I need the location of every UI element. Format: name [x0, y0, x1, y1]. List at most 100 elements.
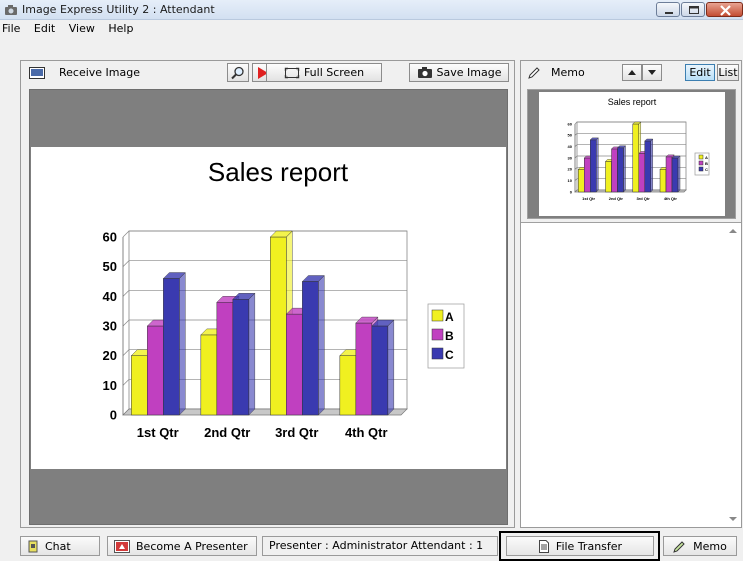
bar-side	[179, 272, 186, 416]
image-viewport: Sales report 0 10 20 30 40 50 60 1st Qtr 2nd Qtr 3…	[29, 89, 508, 525]
y-tick-label: 40	[568, 144, 573, 149]
y-tick-label: 60	[103, 230, 117, 245]
next-memo-button[interactable]	[642, 64, 662, 81]
bar	[339, 355, 357, 416]
grid-diagonal	[122, 260, 130, 267]
chat-button[interactable]: Chat	[20, 536, 100, 556]
bar-side	[596, 137, 599, 193]
y-tick-label: 10	[568, 178, 573, 183]
y-tick-label: 40	[103, 289, 117, 304]
save-image-label: Save Image	[436, 66, 502, 79]
thumbnail-chart: Sales report 0 10 20 30 40 50 60 1st Qtr 2nd Qtr 3…	[568, 97, 710, 201]
memo-text-area[interactable]	[521, 222, 741, 527]
magnifier-icon	[231, 66, 244, 79]
edit-button[interactable]: Edit	[685, 64, 715, 81]
zoom-button[interactable]	[227, 63, 249, 82]
y-tick-label: 20	[568, 167, 573, 172]
legend-label: A	[705, 155, 708, 160]
scroll-up-icon[interactable]	[729, 227, 737, 235]
x-tick-label: 2nd Qtr	[204, 425, 250, 440]
y-tick-label: 10	[103, 378, 117, 393]
bar	[163, 278, 180, 416]
x-tick-label: 1st Qtr	[582, 196, 595, 201]
memo-thumbnail[interactable]: Sales report 0 10 20 30 40 50 60 1st Qtr 2nd Qtr 3…	[527, 89, 736, 219]
x-tick-label: 3rd Qtr	[636, 196, 650, 201]
bar	[605, 161, 612, 193]
grid-diagonal	[122, 230, 130, 238]
close-icon	[720, 5, 731, 16]
x-tick-label: 3rd Qtr	[275, 425, 318, 440]
window-title: Image Express Utility 2 : Attendant	[22, 3, 215, 16]
chat-label: Chat	[45, 539, 71, 553]
received-slide: Sales report 0 10 20 30 40 50 60 1st Qtr 2nd Qtr 3…	[31, 147, 506, 469]
minimize-button[interactable]	[656, 2, 680, 17]
become-presenter-label: Become A Presenter	[136, 539, 248, 553]
menu-help[interactable]: Help	[103, 21, 138, 35]
fullscreen-icon	[284, 67, 300, 78]
save-image-button[interactable]: Save Image	[409, 63, 509, 82]
bar	[671, 157, 679, 193]
bar-side	[650, 138, 653, 193]
bar	[617, 147, 624, 193]
bar	[302, 281, 319, 416]
y-tick-label: 60	[568, 121, 573, 126]
legend-swatch	[431, 309, 444, 322]
legend-label: A	[445, 310, 454, 324]
arrow-up-icon	[628, 70, 636, 75]
bar	[638, 153, 646, 193]
grid-diagonal	[122, 349, 130, 356]
menu-edit[interactable]: Edit	[29, 21, 60, 35]
y-tick-label: 30	[103, 319, 117, 334]
bar	[659, 169, 667, 193]
chart-title: Sales report	[208, 157, 349, 187]
grid-diagonal	[122, 290, 130, 297]
memo-label: Memo	[551, 66, 585, 79]
y-tick-label: 0	[570, 189, 573, 194]
status-bar: Chat Become A Presenter Presenter : Admi…	[0, 530, 743, 561]
legend-swatch	[431, 347, 444, 360]
menu-file[interactable]: File	[0, 21, 25, 35]
menu-view[interactable]: View	[64, 21, 100, 35]
arrow-down-icon	[648, 70, 656, 75]
file-transfer-button[interactable]: File Transfer	[506, 536, 654, 556]
x-tick-label: 1st Qtr	[137, 425, 179, 440]
maximize-button[interactable]	[681, 2, 705, 17]
bar-side	[248, 292, 256, 416]
legend-label: B	[445, 329, 454, 343]
bar	[371, 325, 389, 416]
bar	[590, 139, 597, 193]
monitor-icon	[29, 67, 45, 79]
bar	[644, 140, 652, 193]
y-tick-label: 30	[568, 155, 573, 160]
memo-button[interactable]: Memo	[663, 536, 737, 556]
grid-diagonal	[122, 319, 130, 327]
menu-bar: File Edit View Help	[0, 21, 743, 38]
bar	[270, 236, 287, 416]
receive-image-label: Receive Image	[59, 66, 141, 79]
legend-label: C	[705, 167, 708, 172]
chat-icon	[28, 540, 38, 552]
pencil-icon	[673, 540, 685, 553]
receive-image-panel: Receive Image Full Screen Save Image Sal…	[20, 60, 515, 528]
grid-diagonal	[122, 379, 130, 386]
full-screen-button[interactable]: Full Screen	[266, 63, 382, 82]
camera-icon	[417, 67, 432, 78]
bar	[665, 156, 673, 193]
scroll-down-icon[interactable]	[729, 515, 737, 523]
pencil-icon	[528, 67, 540, 79]
become-presenter-button[interactable]: Become A Presenter	[107, 536, 257, 556]
bar	[131, 355, 148, 416]
previous-memo-button[interactable]	[622, 64, 642, 81]
bar-side	[623, 145, 626, 193]
presenter-icon	[114, 539, 130, 553]
list-button[interactable]: List	[717, 64, 739, 81]
app-window: Image Express Utility 2 : Attendant File…	[0, 0, 743, 561]
legend-swatch	[431, 328, 444, 341]
bar	[232, 299, 250, 416]
bar-side	[677, 155, 681, 193]
memo-button-label: Memo	[693, 539, 727, 553]
file-transfer-label: File Transfer	[555, 539, 623, 553]
close-button[interactable]	[706, 2, 743, 17]
bar	[611, 148, 618, 193]
memo-panel: Memo Edit List Sales report 0 10 20 30 40 50 60…	[520, 60, 742, 528]
